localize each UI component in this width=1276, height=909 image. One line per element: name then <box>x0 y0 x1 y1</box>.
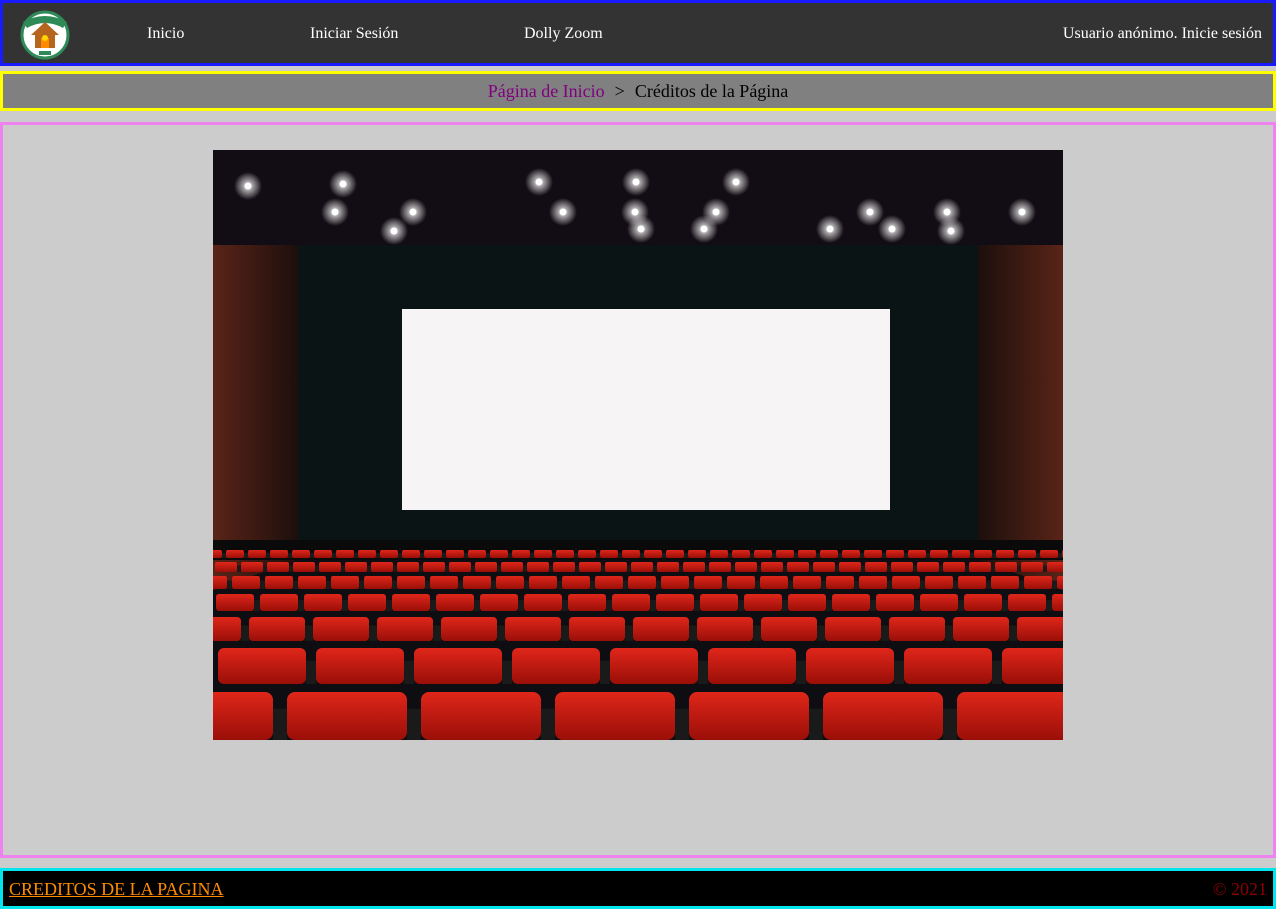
footer-credits-link[interactable]: CREDITOS DE LA PAGINA <box>9 879 224 900</box>
breadcrumb-separator: > <box>614 81 625 101</box>
user-login-link[interactable]: Usuario anónimo. Inicie sesión <box>1063 25 1262 43</box>
house-emblem-logo[interactable] <box>17 8 73 60</box>
breadcrumb: Página de Inicio > Créditos de la Página <box>0 71 1276 111</box>
cinema-hall-image <box>213 150 1063 740</box>
footer: CREDITOS DE LA PAGINA © 2021 <box>0 868 1276 909</box>
copyright-text: © 2021 <box>1212 879 1267 899</box>
breadcrumb-current: Créditos de la Página <box>634 81 789 101</box>
nav-inicio[interactable]: Inicio <box>147 25 184 43</box>
top-navbar: Inicio Iniciar Sesión Dolly Zoom Usuario… <box>0 0 1276 66</box>
nav-iniciar-sesion[interactable]: Iniciar Sesión <box>310 25 398 43</box>
main-content <box>0 122 1276 858</box>
nav-dolly-zoom[interactable]: Dolly Zoom <box>524 25 603 43</box>
breadcrumb-home-link[interactable]: Página de Inicio <box>488 81 605 101</box>
